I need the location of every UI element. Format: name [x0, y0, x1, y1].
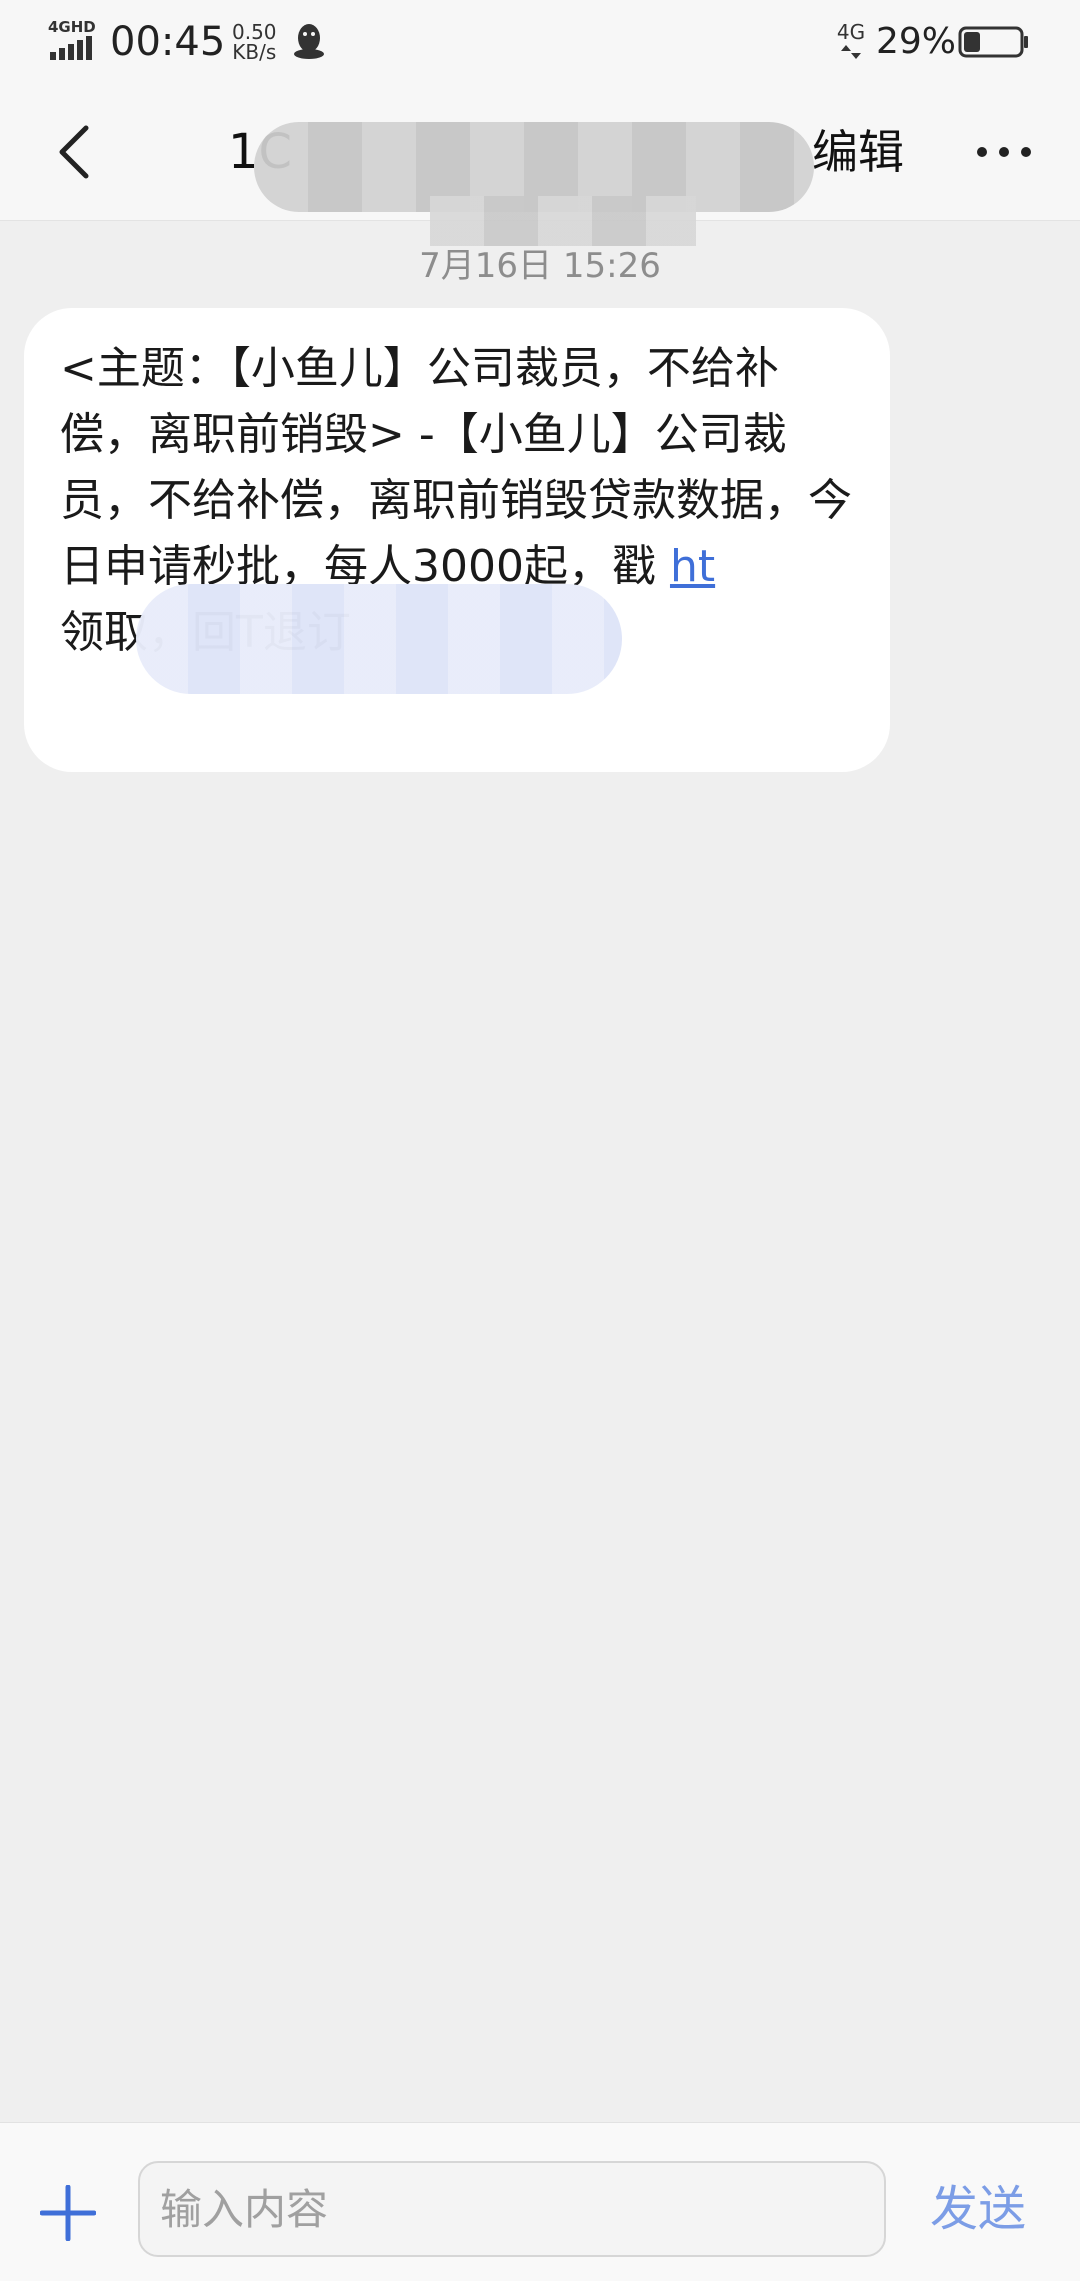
cellular-type-label: 4G: [836, 20, 866, 44]
network-speed: 0.50 KB/s: [232, 22, 277, 62]
conversation-header: 1C 编辑: [0, 84, 1080, 246]
edit-button[interactable]: 编辑: [812, 120, 904, 184]
signal-strength-icon: 4GHD: [48, 18, 96, 60]
chevron-left-icon: [59, 125, 89, 179]
message-input[interactable]: [138, 2161, 886, 2257]
message-link[interactable]: ht: [670, 541, 715, 592]
back-button[interactable]: [46, 116, 106, 188]
clock: 00:45: [110, 19, 226, 65]
message-timestamp: 7月16日 15:26: [419, 246, 661, 286]
more-dots-icon: [977, 147, 1031, 157]
plus-icon: [40, 2185, 96, 2241]
redaction-blur: [136, 584, 622, 694]
network-speed-unit: KB/s: [232, 40, 277, 64]
qq-penguin-icon: [294, 24, 324, 59]
compose-bar: 发送: [0, 2122, 1080, 2281]
redaction-blur: [430, 196, 696, 246]
message-bubble[interactable]: <主题：【小鱼儿】公司裁员，不给补偿，离职前销毁> -【小鱼儿】公司裁员，不给补…: [24, 308, 890, 772]
cellular-data-indicator: 4G: [836, 22, 866, 62]
battery-icon: [958, 26, 1028, 58]
data-arrows-icon: [841, 45, 861, 59]
network-speed-value: 0.50: [232, 20, 277, 44]
status-bar: 4GHD 00:45 0.50 KB/s 4G 29%: [0, 0, 1080, 84]
add-attachment-button[interactable]: [40, 2185, 96, 2241]
battery-percent: 29%: [876, 21, 957, 62]
battery-fill: [964, 32, 980, 52]
more-options-button[interactable]: [974, 130, 1034, 174]
send-button[interactable]: 发送: [930, 2177, 1026, 2241]
network-type-label: 4GHD: [48, 18, 96, 36]
